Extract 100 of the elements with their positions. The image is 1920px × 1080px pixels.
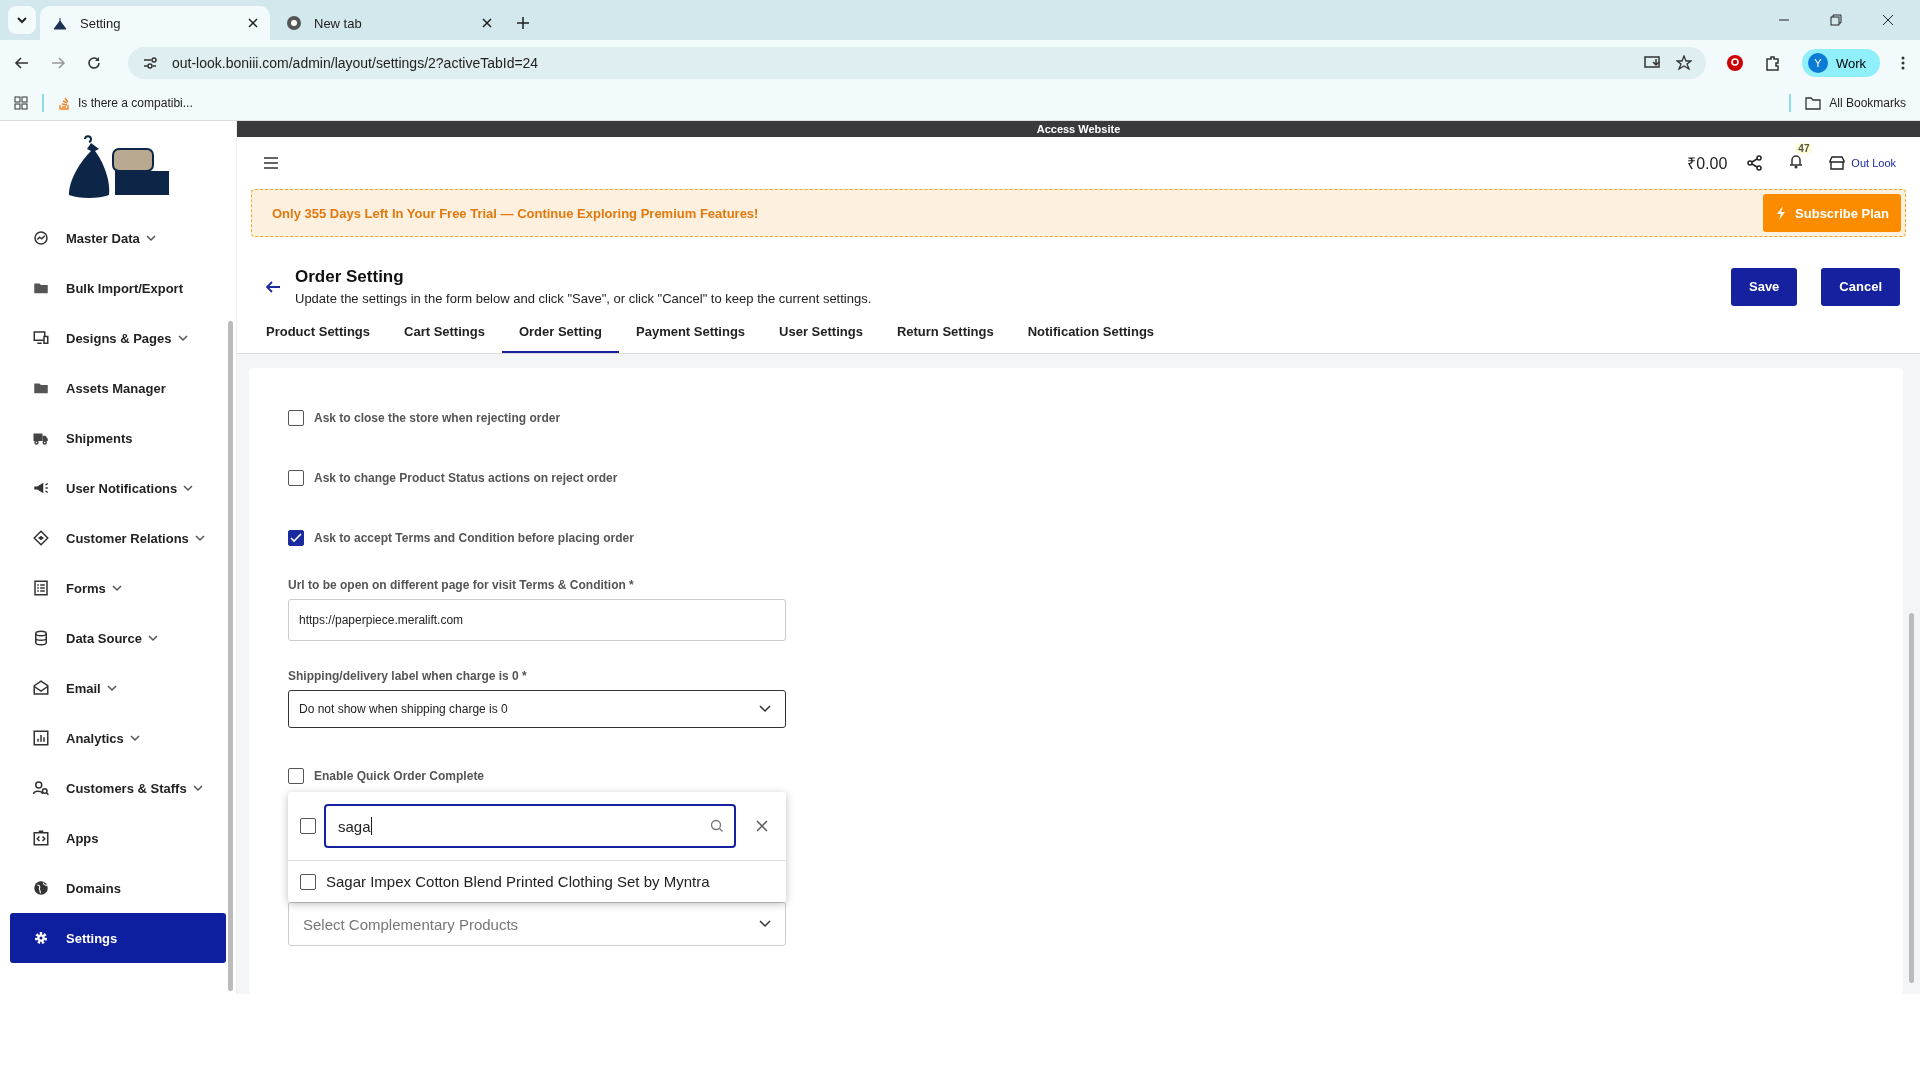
folder-icon xyxy=(1805,96,1822,110)
settings-icon xyxy=(32,929,50,947)
restore-icon[interactable] xyxy=(1830,14,1842,26)
site-settings-icon[interactable] xyxy=(142,55,158,71)
cancel-button[interactable]: Cancel xyxy=(1821,267,1900,306)
chevron-down-icon xyxy=(16,14,28,26)
store-icon xyxy=(1829,156,1846,170)
sidebar-item[interactable]: Forms xyxy=(10,563,226,613)
back-arrow-icon[interactable] xyxy=(265,279,281,294)
sidebar-item[interactable]: Designs & Pages xyxy=(10,313,226,363)
chevron-down-icon xyxy=(147,634,158,642)
chart-icon xyxy=(32,229,50,247)
tab-list-button[interactable] xyxy=(8,6,36,34)
checkbox[interactable] xyxy=(288,470,304,486)
extension-icon[interactable] xyxy=(1725,54,1744,72)
page-subtitle: Update the settings in the form below and click "Save", or click "Cancel" to keep the current settings. xyxy=(295,291,872,306)
profile-initial: Y xyxy=(1807,53,1828,73)
close-icon[interactable] xyxy=(1882,14,1894,26)
chevron-down-icon xyxy=(759,920,771,928)
chevron-down-icon xyxy=(194,534,205,542)
scrollbar[interactable] xyxy=(228,321,233,991)
chevron-down-icon xyxy=(129,734,140,742)
settings-tab[interactable]: User Settings xyxy=(762,314,880,353)
reload-icon[interactable] xyxy=(86,55,102,71)
store-link[interactable]: Out Look xyxy=(1829,156,1896,170)
mail-icon xyxy=(32,679,50,697)
field-label: Shipping/delivery label when charge is 0 * xyxy=(288,669,528,683)
sidebar-item[interactable]: Shipments xyxy=(10,413,226,463)
database-icon xyxy=(32,629,50,647)
sidebar-item[interactable]: User Notifications xyxy=(10,463,226,513)
new-tab-icon[interactable] xyxy=(516,16,530,30)
url-field[interactable]: https://paperpiece.meralift.com xyxy=(288,599,786,641)
scrollbar[interactable] xyxy=(1909,613,1914,983)
checkbox-label: Ask to change Product Status actions on reject order xyxy=(314,471,618,485)
sidebar-item[interactable]: Master Data xyxy=(10,213,226,263)
address-bar[interactable]: out-look.boniii.com/admin/layout/settings/2?activeTabId=24 xyxy=(128,47,1706,79)
all-bookmarks-button[interactable]: All Bookmarks xyxy=(1805,96,1906,110)
forward-icon[interactable] xyxy=(50,55,66,71)
chevron-down-icon xyxy=(111,584,122,592)
menu-icon[interactable] xyxy=(263,157,279,169)
settings-tab[interactable]: Notification Settings xyxy=(1010,314,1172,353)
sidebar-item[interactable]: Analytics xyxy=(10,713,226,763)
checkbox[interactable] xyxy=(288,410,304,426)
sidebar-item[interactable]: Customer Relations xyxy=(10,513,226,563)
notification-count: 47 xyxy=(1795,143,1813,154)
browser-tab[interactable]: Setting xyxy=(40,6,270,40)
install-icon[interactable] xyxy=(1643,55,1662,71)
checkbox[interactable] xyxy=(288,768,304,784)
close-icon[interactable] xyxy=(756,820,768,832)
chevron-down-icon xyxy=(177,334,188,342)
settings-tab[interactable]: Payment Settings xyxy=(619,314,763,353)
bookmark[interactable]: Is there a compatibi... xyxy=(58,96,193,110)
save-button[interactable]: Save xyxy=(1731,267,1798,306)
back-icon[interactable] xyxy=(14,55,30,71)
sidebar-item[interactable]: Apps xyxy=(10,813,226,863)
sidebar-item[interactable]: Email xyxy=(10,663,226,713)
shipping-label-dropdown[interactable]: Do not show when shipping charge is 0 xyxy=(288,690,786,728)
close-icon[interactable] xyxy=(248,18,258,28)
access-website-bar[interactable]: Access Website xyxy=(237,121,1920,137)
puzzle-icon[interactable] xyxy=(1763,54,1782,72)
globe-icon xyxy=(32,879,50,897)
sidebar-item[interactable]: Assets Manager xyxy=(10,363,226,413)
chevron-down-icon xyxy=(145,234,156,242)
more-icon[interactable] xyxy=(1900,55,1906,71)
settings-tab[interactable]: Cart Settings xyxy=(387,314,502,353)
sidebar-item[interactable]: Data Source xyxy=(10,613,226,663)
apps-icon[interactable] xyxy=(14,96,28,110)
trial-message: Only 355 Days Left In Your Free Trial — Continue Exploring Premium Features! xyxy=(272,205,759,221)
share-icon[interactable] xyxy=(1747,155,1764,171)
search-field[interactable]: saga xyxy=(324,804,736,848)
settings-tab[interactable]: Product Settings xyxy=(249,314,387,353)
chevron-down-icon xyxy=(183,484,194,492)
bar-chart-icon xyxy=(32,729,50,747)
bell-icon[interactable] xyxy=(1789,153,1804,169)
search-icon xyxy=(710,819,724,833)
checkbox-label: Ask to accept Terms and Condition before placing order xyxy=(314,531,634,545)
browser-tab[interactable]: New tab xyxy=(274,6,504,40)
sidebar-item[interactable]: Settings xyxy=(10,913,226,963)
globe-icon xyxy=(286,15,302,31)
sidebar-item[interactable]: Customers & Staffs xyxy=(10,763,226,813)
star-icon[interactable] xyxy=(1675,55,1692,71)
page-title: Order Setting xyxy=(295,267,405,287)
complementary-products-dropdown[interactable]: Select Complementary Products xyxy=(288,902,786,946)
dropdown-option[interactable]: Sagar Impex Cotton Blend Printed Clothing Set by Myntra xyxy=(288,861,786,902)
profile-button[interactable]: Y Work xyxy=(1801,49,1880,77)
checkbox[interactable] xyxy=(288,530,304,546)
chevron-down-icon xyxy=(106,684,117,692)
checkbox[interactable] xyxy=(300,873,316,890)
close-icon[interactable] xyxy=(482,18,492,28)
field-label: Url to be open on different page for visit Terms & Condition * xyxy=(288,578,635,592)
balance-amount: ₹0.00 xyxy=(1687,154,1728,174)
chevron-down-icon xyxy=(759,705,771,713)
settings-tab[interactable]: Order Setting xyxy=(501,314,619,353)
hanger-icon xyxy=(52,15,68,31)
sidebar-item[interactable]: Bulk Import/Export xyxy=(10,263,226,313)
settings-tab[interactable]: Return Settings xyxy=(879,314,1011,353)
sidebar-item[interactable]: Domains xyxy=(10,863,226,913)
select-all-checkbox[interactable] xyxy=(300,818,316,834)
url-text: out-look.boniii.com/admin/layout/settings/2?activeTabId=24 xyxy=(172,55,539,71)
list-icon xyxy=(32,579,50,597)
